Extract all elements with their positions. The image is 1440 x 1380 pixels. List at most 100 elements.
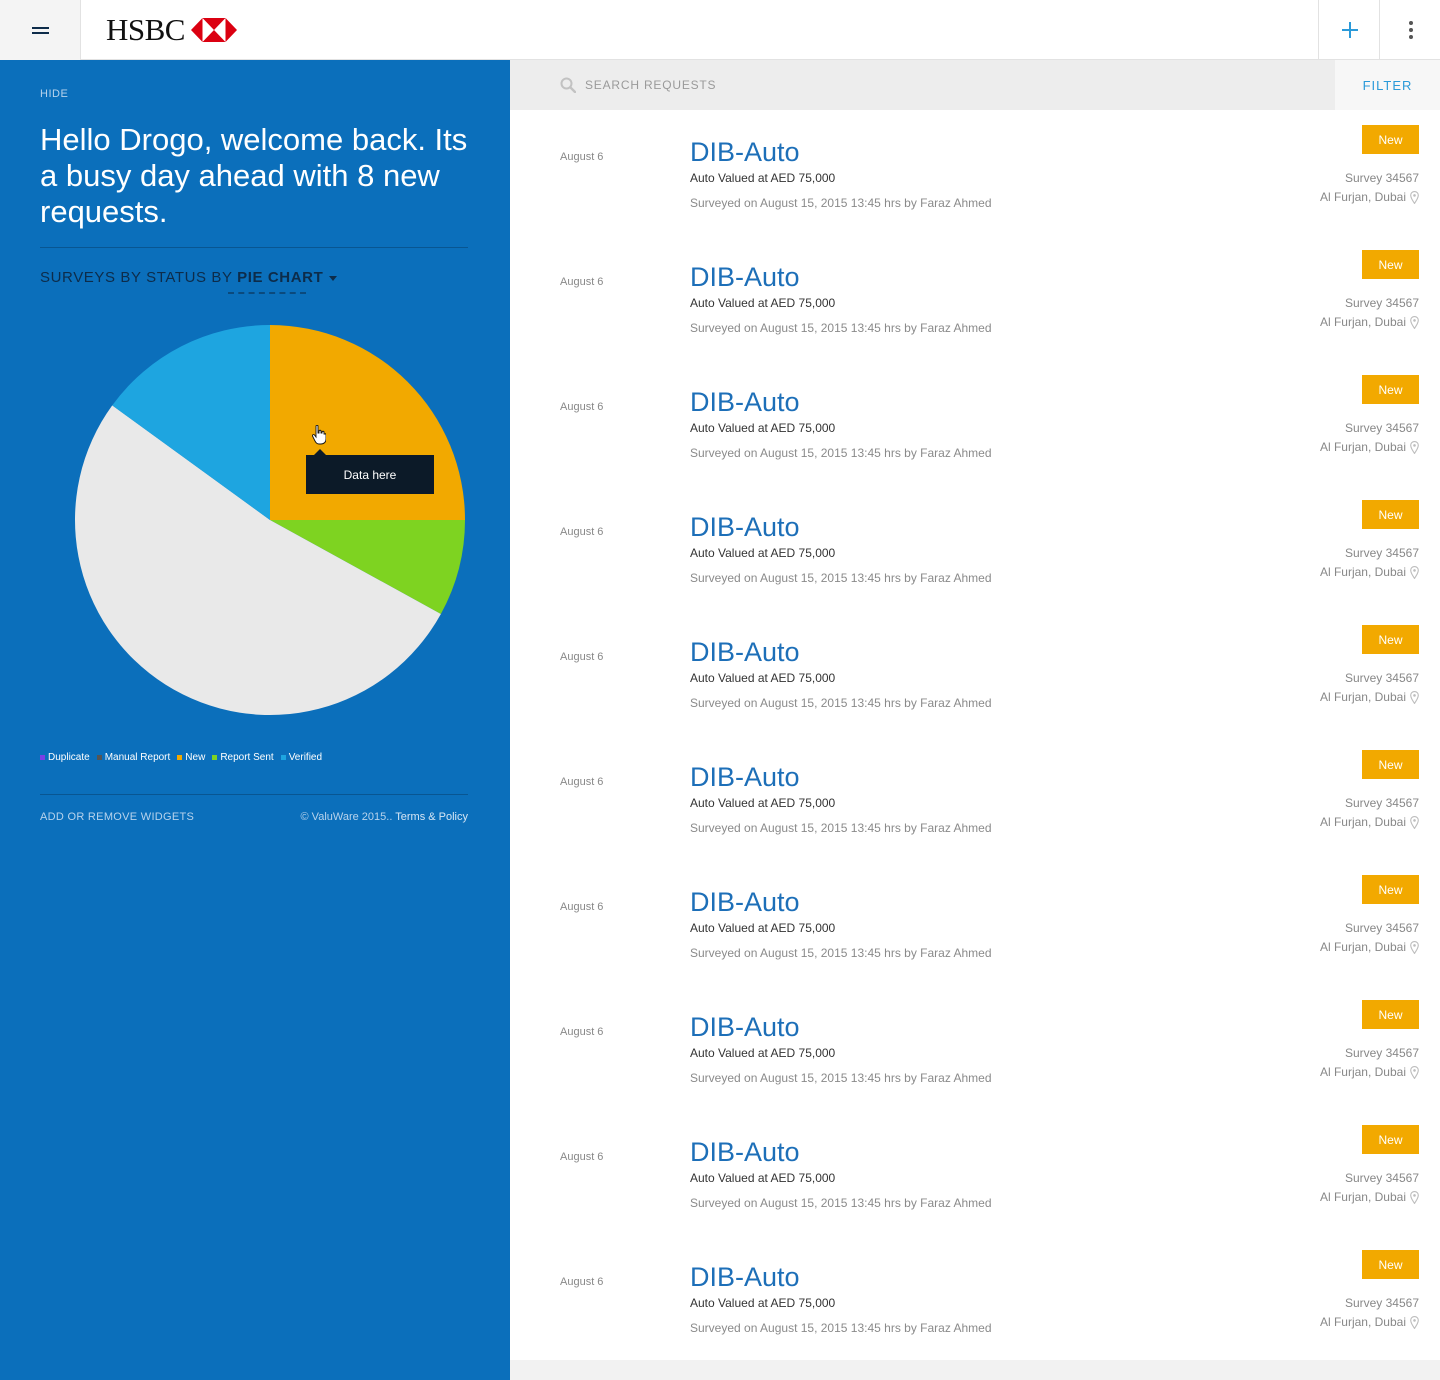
request-date: August 6 [560,776,604,788]
request-surveyed-info: Surveyed on August 15, 2015 13:45 hrs by… [690,571,992,585]
request-valuation: Auto Valued at AED 75,000 [690,1046,836,1060]
divider [40,247,468,248]
kebab-icon [1409,21,1413,25]
request-date: August 6 [560,276,604,288]
request-valuation: Auto Valued at AED 75,000 [690,546,836,560]
add-remove-widgets-link[interactable]: ADD OR REMOVE WIDGETS [40,811,194,823]
request-surveyed-info: Surveyed on August 15, 2015 13:45 hrs by… [690,1196,992,1210]
request-row[interactable]: August 6 DIB-Auto Auto Valued at AED 75,… [510,735,1440,860]
legend-item-verified[interactable]: Verified [280,752,322,763]
request-valuation: Auto Valued at AED 75,000 [690,1171,836,1185]
legend-swatch [280,755,286,760]
legend-item-report-sent[interactable]: Report Sent [212,752,274,763]
location-text: Al Furjan, Dubai [1319,190,1406,204]
divider [40,794,468,795]
request-row[interactable]: August 6 DIB-Auto Auto Valued at AED 75,… [510,1235,1440,1360]
request-date: August 6 [560,151,604,163]
request-location: Al Furjan, Dubai [1320,815,1419,829]
status-pie-chart[interactable] [65,315,475,725]
hsbc-hexagon-icon [190,18,237,42]
map-pin-icon [1410,315,1419,329]
location-text: Al Furjan, Dubai [1319,815,1406,829]
request-date: August 6 [560,1026,604,1038]
survey-number: Survey 34567 [1344,1171,1419,1185]
map-pin-icon [1410,940,1419,954]
map-pin-icon [1410,190,1419,204]
request-valuation: Auto Valued at AED 75,000 [690,421,836,435]
request-row[interactable]: August 6 DIB-Auto Auto Valued at AED 75,… [510,110,1440,235]
request-title-link[interactable]: DIB-Auto [690,387,800,417]
copyright-text: © ValuWare 2015.. [300,811,396,823]
legend-label: Report Sent [220,752,274,763]
request-title-link[interactable]: DIB-Auto [690,137,800,167]
legend-item-new[interactable]: New [177,752,205,763]
request-location: Al Furjan, Dubai [1320,690,1419,704]
brand-name: HSBC [106,12,185,47]
request-location: Al Furjan, Dubai [1320,1315,1419,1329]
status-badge: New [1362,750,1419,779]
legend-item-duplicate[interactable]: Duplicate [40,752,90,763]
survey-number: Survey 34567 [1344,546,1419,560]
request-surveyed-info: Surveyed on August 15, 2015 13:45 hrs by… [690,1321,992,1335]
status-badge: New [1362,250,1419,279]
request-date: August 6 [560,651,604,663]
menu-button[interactable] [0,0,81,60]
request-title-link[interactable]: DIB-Auto [690,762,800,792]
request-row[interactable]: August 6 DIB-Auto Auto Valued at AED 75,… [510,610,1440,735]
request-location: Al Furjan, Dubai [1320,315,1419,329]
status-badge: New [1362,1000,1419,1029]
request-title-link[interactable]: DIB-Auto [690,1137,800,1167]
search-icon [560,77,576,93]
chevron-down-icon[interactable] [329,275,338,281]
location-text: Al Furjan, Dubai [1319,315,1406,329]
request-location: Al Furjan, Dubai [1320,1190,1419,1204]
top-bar: HSBC [0,0,1440,60]
request-valuation: Auto Valued at AED 75,000 [690,1296,836,1310]
hand-cursor-icon [312,425,326,445]
request-surveyed-info: Surveyed on August 15, 2015 13:45 hrs by… [690,946,992,960]
survey-number: Survey 34567 [1344,671,1419,685]
map-pin-icon [1410,815,1419,829]
request-title-link[interactable]: DIB-Auto [690,262,800,292]
kebab-icon-dot [1409,35,1413,39]
request-row[interactable]: August 6 DIB-Auto Auto Valued at AED 75,… [510,485,1440,610]
request-row[interactable]: August 6 DIB-Auto Auto Valued at AED 75,… [510,860,1440,985]
request-title-link[interactable]: DIB-Auto [690,637,800,667]
request-title-link[interactable]: DIB-Auto [690,887,800,917]
request-date: August 6 [560,1276,604,1288]
search-input[interactable] [585,75,1185,95]
request-row[interactable]: August 6 DIB-Auto Auto Valued at AED 75,… [510,235,1440,360]
filter-button[interactable]: FILTER [1335,60,1440,110]
legend-label: Manual Report [104,752,171,763]
request-date: August 6 [560,401,604,413]
request-date: August 6 [560,901,604,913]
terms-policy-link[interactable]: Terms & Policy [395,811,468,823]
request-location: Al Furjan, Dubai [1320,940,1419,954]
legend-item-manual-report[interactable]: Manual Report [96,752,171,763]
request-title-link[interactable]: DIB-Auto [690,1262,800,1292]
request-list: August 6 DIB-Auto Auto Valued at AED 75,… [510,110,1440,1360]
location-text: Al Furjan, Dubai [1319,565,1406,579]
legend-swatch [40,755,45,760]
request-location: Al Furjan, Dubai [1320,190,1419,204]
request-valuation: Auto Valued at AED 75,000 [690,921,836,935]
request-row[interactable]: August 6 DIB-Auto Auto Valued at AED 75,… [510,360,1440,485]
request-row[interactable]: August 6 DIB-Auto Auto Valued at AED 75,… [510,985,1440,1110]
request-surveyed-info: Surveyed on August 15, 2015 13:45 hrs by… [690,1071,992,1085]
hide-sidebar-link[interactable]: HIDE [40,88,68,100]
status-badge: New [1362,500,1419,529]
request-row[interactable]: August 6 DIB-Auto Auto Valued at AED 75,… [510,1110,1440,1235]
plus-icon-bar [1342,29,1358,31]
chart-heading-prefix: SURVEYS BY STATUS BY [40,269,238,286]
request-title-link[interactable]: DIB-Auto [690,1012,800,1042]
sidebar: HIDE Hello Drogo, welcome back. Its a bu… [0,60,510,1380]
request-valuation: Auto Valued at AED 75,000 [690,671,836,685]
chart-legend: Duplicate Manual Report New Report Sent … [40,752,329,763]
hsbc-logo[interactable]: HSBC [106,14,237,46]
add-button[interactable] [1318,0,1379,60]
chart-type-dropdown[interactable]: PIE CHART [237,269,323,286]
more-options-button[interactable] [1379,0,1440,60]
request-valuation: Auto Valued at AED 75,000 [690,296,836,310]
kebab-icon-dot [1409,28,1413,32]
request-title-link[interactable]: DIB-Auto [690,512,800,542]
